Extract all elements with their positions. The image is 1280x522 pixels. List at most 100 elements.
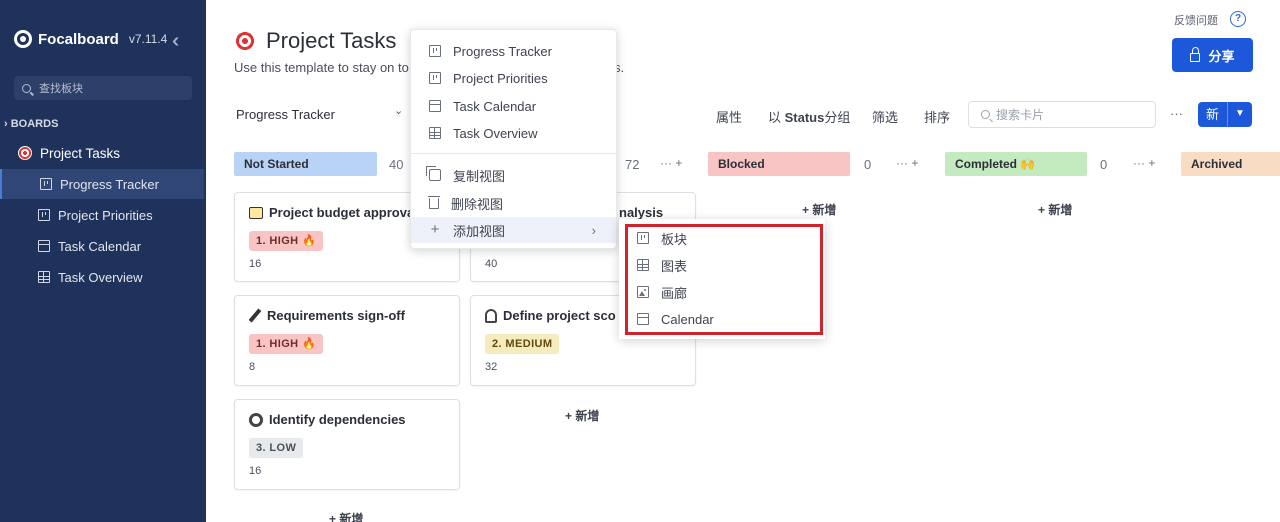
focalboard-logo-icon	[14, 30, 32, 48]
chevron-down-icon[interactable]: ⌄	[394, 104, 403, 117]
plus-icon: +	[430, 221, 440, 238]
menu-item-delete-view[interactable]: 删除视图	[411, 190, 616, 216]
menu-item-task-calendar[interactable]: Task Calendar	[411, 93, 616, 119]
page-title[interactable]: Project Tasks	[234, 28, 396, 54]
menu-divider	[411, 153, 616, 154]
card-title: Identify dependencies	[249, 412, 449, 427]
column-header-archived[interactable]: Archived	[1181, 152, 1280, 176]
submenu-item-board[interactable]: 板块	[637, 226, 687, 250]
column-count: 0	[864, 157, 872, 172]
group-by-button[interactable]: 以 Status分组	[768, 107, 850, 126]
version-label: v7.11.4	[128, 32, 168, 46]
column-header-not-started[interactable]: Not Started	[234, 152, 377, 176]
menu-item-duplicate-view[interactable]: 复制视图	[411, 162, 616, 188]
add-view-submenu: 板块 图表 画廊 Calendar	[619, 219, 825, 339]
sidebar-item-project-priorities[interactable]: Project Priorities	[0, 200, 204, 230]
submenu-item-gallery[interactable]: 画廊	[637, 280, 687, 304]
help-icon[interactable]: ?	[1230, 11, 1246, 27]
add-card-button[interactable]: + 新增	[329, 510, 363, 522]
gallery-icon	[637, 286, 649, 298]
view-selector[interactable]: Progress Tracker	[236, 107, 335, 122]
column-count: 72	[625, 157, 640, 172]
sidebar: Focalboard v7.11.4 ‹‹ 查找板块 › BOARDS Proj…	[0, 0, 206, 522]
view-options-button[interactable]: ···	[1170, 106, 1183, 121]
menu-item-add-view[interactable]: + 添加视图 ›	[411, 217, 616, 243]
sidebar-item-label: Project Priorities	[58, 207, 153, 223]
column-header-blocked[interactable]: Blocked	[708, 152, 850, 176]
lock-icon	[1190, 46, 1201, 62]
board-icon	[429, 72, 441, 84]
chevron-right-icon: ›	[591, 222, 596, 238]
table-icon	[429, 127, 441, 139]
filter-button[interactable]: 筛选	[872, 107, 898, 126]
card-number: 16	[249, 258, 262, 270]
sidebar-item-task-calendar[interactable]: Task Calendar	[0, 231, 204, 261]
trash-icon	[428, 195, 440, 209]
board-icon	[38, 209, 50, 221]
card-number: 32	[485, 361, 498, 373]
menu-item-progress-tracker[interactable]: Progress Tracker	[411, 38, 616, 64]
table-icon	[38, 271, 50, 283]
board-description[interactable]: Use this template to stay on to	[234, 60, 414, 75]
card-search-input[interactable]: 搜索卡片	[968, 101, 1156, 128]
page-title-text[interactable]: Project Tasks	[266, 28, 396, 54]
pencil-icon	[249, 308, 262, 323]
column-header-completed[interactable]: Completed 🙌	[945, 152, 1087, 176]
column-actions[interactable]: ··· +	[1133, 156, 1155, 170]
properties-button[interactable]: 属性	[716, 107, 742, 126]
sidebar-search-placeholder: 查找板块	[39, 83, 83, 95]
submenu-item-calendar[interactable]: Calendar	[637, 307, 714, 331]
card[interactable]: Requirements sign-off 1. HIGH 🔥 8	[234, 295, 460, 386]
card-title: Define project sco	[485, 308, 617, 323]
search-icon	[22, 83, 31, 93]
menu-item-project-priorities[interactable]: Project Priorities	[411, 65, 616, 91]
boards-header[interactable]: › BOARDS	[4, 118, 58, 130]
sidebar-item-progress-tracker[interactable]: Progress Tracker	[0, 169, 204, 199]
card[interactable]: Identify dependencies 3. LOW 16	[234, 399, 460, 490]
sidebar-board-label: Project Tasks	[40, 145, 121, 161]
calendar-icon	[429, 100, 441, 112]
card-title: nalysis	[619, 205, 664, 220]
sidebar-item-label: Progress Tracker	[60, 176, 159, 192]
add-card-button[interactable]: + 新增	[1038, 201, 1072, 218]
calendar-icon	[637, 313, 649, 325]
add-card-button[interactable]: + 新增	[802, 201, 836, 218]
card-number: 8	[249, 361, 256, 373]
sidebar-item-label: Task Calendar	[58, 238, 142, 254]
target-emoji-icon	[18, 146, 32, 160]
submenu-item-table[interactable]: 图表	[637, 253, 687, 277]
new-card-button[interactable]: 新 ▼	[1198, 102, 1252, 127]
microscope-icon	[485, 308, 497, 323]
copy-icon	[426, 166, 441, 181]
priority-badge: 3. LOW	[249, 438, 304, 458]
new-card-label[interactable]: 新	[1198, 102, 1228, 127]
sidebar-item-label: Task Overview	[58, 269, 143, 285]
priority-badge: 2. MEDIUM	[485, 334, 560, 354]
sort-button[interactable]: 排序	[924, 107, 950, 126]
menu-item-task-overview[interactable]: Task Overview	[411, 120, 616, 146]
column-count: 40	[389, 157, 404, 172]
card-number: 16	[249, 465, 262, 477]
sidebar-board-project-tasks[interactable]: Project Tasks	[0, 138, 204, 168]
view-menu: Progress Tracker Project Priorities Task…	[410, 29, 617, 249]
share-button[interactable]: 分享	[1172, 38, 1253, 72]
card-search-placeholder: 搜索卡片	[996, 108, 1045, 122]
board-icon	[429, 45, 441, 57]
card-title: Requirements sign-off	[249, 308, 449, 323]
add-card-button[interactable]: + 新增	[565, 407, 599, 424]
collapse-sidebar-icon[interactable]: ‹‹	[172, 30, 181, 53]
feedback-link[interactable]: 反馈问题	[1174, 12, 1218, 28]
share-label: 分享	[1208, 48, 1235, 64]
sidebar-search[interactable]: 查找板块	[14, 76, 192, 100]
priority-badge: 1. HIGH 🔥	[249, 231, 324, 251]
brand[interactable]: Focalboard v7.11.4	[14, 30, 167, 48]
board-icon	[637, 232, 649, 244]
column-actions[interactable]: ··· +	[896, 156, 918, 170]
ledger-icon	[249, 206, 263, 219]
target-emoji-icon[interactable]	[234, 30, 256, 52]
sidebar-item-task-overview[interactable]: Task Overview	[0, 262, 204, 292]
column-actions[interactable]: ··· +	[660, 156, 682, 170]
chevron-down-icon[interactable]: ▼	[1228, 102, 1252, 127]
brand-name: Focalboard	[38, 30, 119, 48]
table-icon	[637, 259, 649, 271]
